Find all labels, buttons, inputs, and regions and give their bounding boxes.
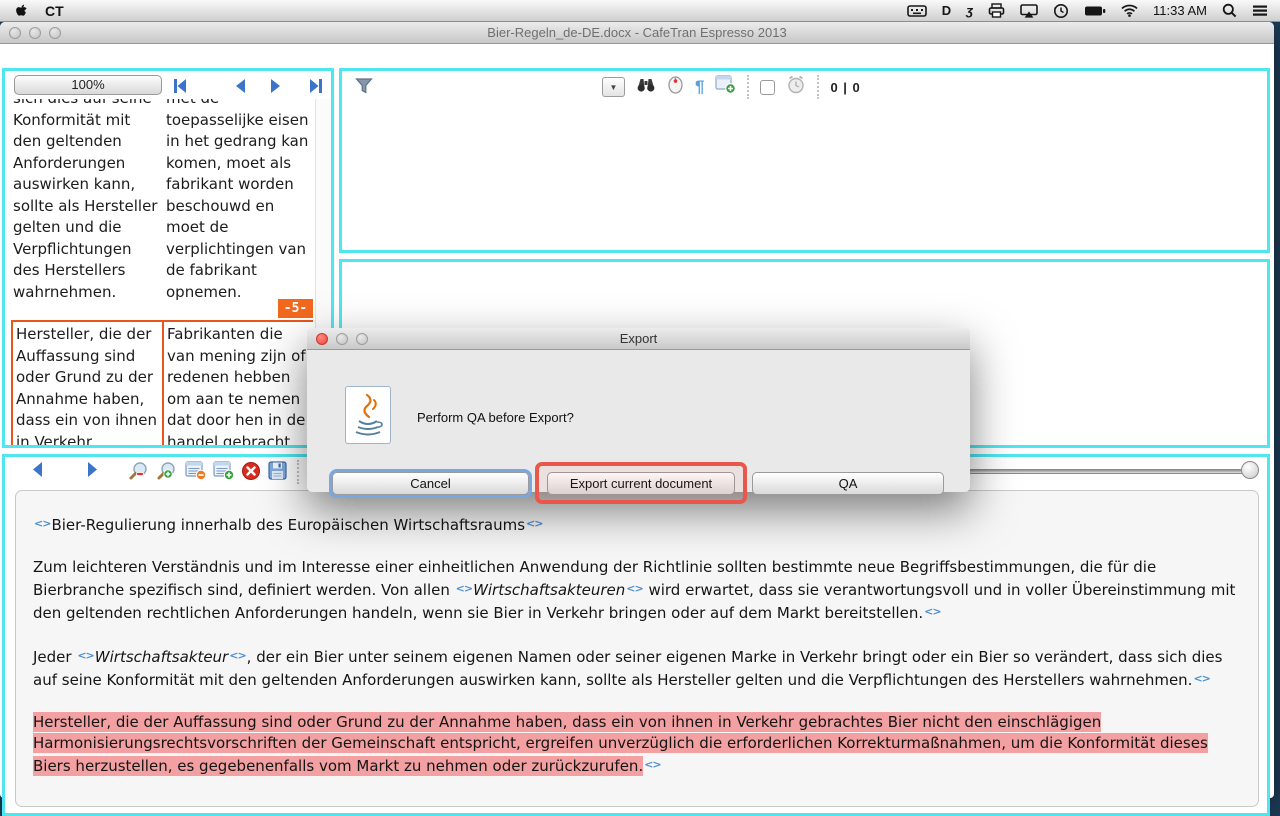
notification-center-icon[interactable] (1252, 4, 1268, 17)
window-titlebar[interactable]: Bier-Regeln_de-DE.docx - CafeTran Espres… (0, 22, 1274, 44)
previous-segment-button[interactable] (233, 78, 249, 94)
spotlight-search-icon[interactable] (1222, 3, 1237, 18)
battery-icon[interactable] (1084, 5, 1106, 17)
airplay-icon[interactable] (1020, 4, 1038, 18)
toolbar-separator (747, 75, 749, 99)
cancel-button[interactable]: Cancel (332, 472, 529, 495)
add-document-icon[interactable] (213, 461, 235, 486)
document-preview[interactable]: <>Bier-Regulierung innerhalb des Europäi… (15, 490, 1259, 807)
export-current-document-button[interactable]: Export current document (547, 472, 735, 495)
glossary-term: Wirtschaftsakteur (95, 648, 228, 666)
glossary-term: Wirtschaftsakteuren (473, 581, 625, 599)
alarm-clock-icon[interactable] (786, 75, 806, 99)
document-editor-panel: <>Bier-Regulierung innerhalb des Europäi… (2, 454, 1270, 816)
search-panel: ▼ ¶ 0 | (339, 68, 1270, 253)
dialog-message: Perform QA before Export? (417, 410, 574, 425)
tag-icon: <> (643, 758, 661, 771)
apple-menu-icon[interactable] (14, 2, 29, 19)
close-document-icon[interactable] (241, 461, 261, 486)
segment-number-badge: -5- (278, 299, 313, 318)
d-status-icon[interactable]: D (942, 3, 951, 18)
search-option-checkbox[interactable] (760, 80, 775, 95)
find-binoculars-icon[interactable] (636, 76, 656, 98)
tag-icon: <> (625, 582, 643, 595)
tag-icon: <> (455, 582, 473, 595)
segment-row-5-active[interactable]: Hersteller, die der Auffassung sind oder… (11, 320, 313, 445)
translation-grid-panel: 100% sich dies auf seine Konformität mit… (2, 68, 334, 448)
target-cell[interactable]: Fabrikanten die van mening zijn of reden… (162, 320, 313, 445)
document-heading: <>Bier-Regulierung innerhalb des Europäi… (33, 513, 1241, 536)
menubar: CT D ʒ 11:33 AM (0, 0, 1280, 22)
tag-icon: <> (76, 649, 94, 662)
next-page-button[interactable] (85, 461, 100, 483)
mouse-icon[interactable] (667, 75, 684, 99)
tag-icon: <> (923, 605, 941, 618)
filter-icon[interactable] (355, 77, 373, 100)
remove-document-icon[interactable] (185, 461, 207, 486)
wifi-icon[interactable] (1121, 4, 1138, 17)
source-cell[interactable]: Hersteller, die der Auffassung sind oder… (11, 320, 164, 445)
tag-icon: <> (228, 649, 246, 662)
last-segment-button[interactable] (308, 78, 324, 94)
save-icon[interactable] (268, 461, 287, 485)
previous-page-button[interactable] (30, 461, 45, 483)
toolbar-separator (817, 75, 819, 99)
segment-row-4[interactable]: sich dies auf seine Konformität mit den … (11, 99, 313, 303)
grid-viewport[interactable]: sich dies auf seine Konformität mit den … (5, 99, 313, 445)
desktop: CT D ʒ 11:33 AM (0, 0, 1280, 800)
document-paragraph: Zum leichteren Verständnis und im Intere… (33, 557, 1241, 624)
first-segment-button[interactable] (172, 78, 188, 94)
dialog-body: Perform QA before Export? Cancel Export … (307, 350, 970, 492)
printer-icon[interactable] (988, 3, 1005, 18)
search-toolbar: ▼ ¶ 0 | (342, 71, 1267, 101)
next-segment-button[interactable] (267, 78, 283, 94)
dialog-titlebar[interactable]: Export (307, 328, 970, 350)
keyboard-icon[interactable] (907, 4, 927, 18)
tag-icon: <> (1192, 672, 1210, 685)
source-cell[interactable]: sich dies auf seine Konformität mit den … (11, 99, 164, 303)
time-machine-icon[interactable] (1053, 3, 1069, 19)
new-window-icon[interactable] (715, 75, 736, 99)
toolbar-separator (297, 460, 299, 484)
zoom-out-icon[interactable] (128, 461, 149, 487)
window-title: Bier-Regeln_de-DE.docx - CafeTran Espres… (0, 25, 1274, 40)
tag-icon: <> (33, 517, 51, 530)
target-cell[interactable]: met de toepasselijke eisen in het gedran… (164, 99, 313, 303)
formatting-marks-icon[interactable]: ¶ (695, 77, 704, 97)
clock-time: 11:33 AM (1153, 3, 1207, 18)
match-counter: 0 | 0 (830, 80, 860, 95)
font-size-slider-knob[interactable] (1241, 461, 1259, 479)
tag-icon: <> (525, 517, 543, 530)
document-paragraph: Jeder <>Wirtschaftsakteur<>, der ein Bie… (33, 645, 1241, 691)
grid-zoom-control[interactable]: 100% (14, 75, 162, 95)
qa-button[interactable]: QA (752, 472, 944, 495)
bolt-icon[interactable]: ʒ (966, 3, 973, 18)
java-icon (345, 386, 391, 444)
document-paragraph-highlighted: Hersteller, die der Auffassung sind oder… (33, 712, 1241, 777)
dialog-title: Export (307, 331, 970, 346)
search-scope-dropdown[interactable]: ▼ (602, 77, 625, 97)
qa-highlight: Hersteller, die der Auffassung sind oder… (33, 712, 1208, 776)
zoom-in-icon[interactable] (156, 461, 177, 487)
export-dialog: Export Perform QA before Export? Cancel … (307, 328, 970, 492)
app-menu-title[interactable]: CT (45, 3, 64, 19)
